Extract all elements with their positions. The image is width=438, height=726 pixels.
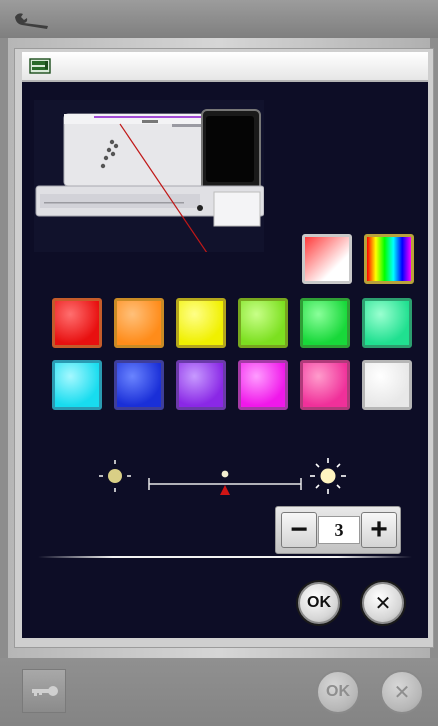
- color-swatch-white[interactable]: [362, 360, 412, 410]
- color-swatch-cyan[interactable]: [52, 360, 102, 410]
- color-swatch-green[interactable]: [300, 298, 350, 348]
- bottom-ok-button[interactable]: OK: [316, 670, 360, 714]
- color-swatch-lime[interactable]: [238, 298, 288, 348]
- dialog-titlebar: [22, 52, 428, 82]
- color-swatch-blue[interactable]: [114, 360, 164, 410]
- color-swatch-red-white-gradient[interactable]: [302, 234, 352, 284]
- sun-dim-icon: [99, 460, 131, 492]
- brightness-slider-thumb[interactable]: [220, 470, 230, 495]
- decrease-button[interactable]: −: [281, 512, 317, 548]
- color-swatch-yellow[interactable]: [176, 298, 226, 348]
- sewing-machine-icon: [29, 58, 51, 74]
- color-swatch-purple[interactable]: [176, 360, 226, 410]
- top-bar: [0, 0, 438, 38]
- sewing-machine-illustration: [35, 109, 265, 285]
- divider-line: [38, 556, 412, 558]
- cancel-button[interactable]: ✕: [362, 582, 404, 624]
- color-swatch-pink[interactable]: [300, 360, 350, 410]
- wrench-icon[interactable]: [12, 10, 52, 30]
- color-swatch-orange[interactable]: [114, 298, 164, 348]
- key-icon: [32, 686, 58, 696]
- sun-bright-icon: [310, 458, 346, 494]
- color-swatch-rainbow[interactable]: [364, 234, 414, 284]
- brightness-stepper: − 3 +: [275, 506, 401, 554]
- color-swatch-red[interactable]: [52, 298, 102, 348]
- bottom-cancel-button[interactable]: ✕: [380, 670, 424, 714]
- brightness-value: 3: [318, 516, 360, 544]
- brightness-control: [88, 454, 358, 498]
- ok-button[interactable]: OK: [298, 582, 340, 624]
- color-settings-panel: − 3 + OK ✕: [22, 82, 428, 638]
- color-swatch-mint[interactable]: [362, 298, 412, 348]
- lock-button[interactable]: [22, 669, 66, 713]
- increase-button[interactable]: +: [361, 512, 397, 548]
- color-swatch-magenta[interactable]: [238, 360, 288, 410]
- machine-preview: [34, 100, 265, 285]
